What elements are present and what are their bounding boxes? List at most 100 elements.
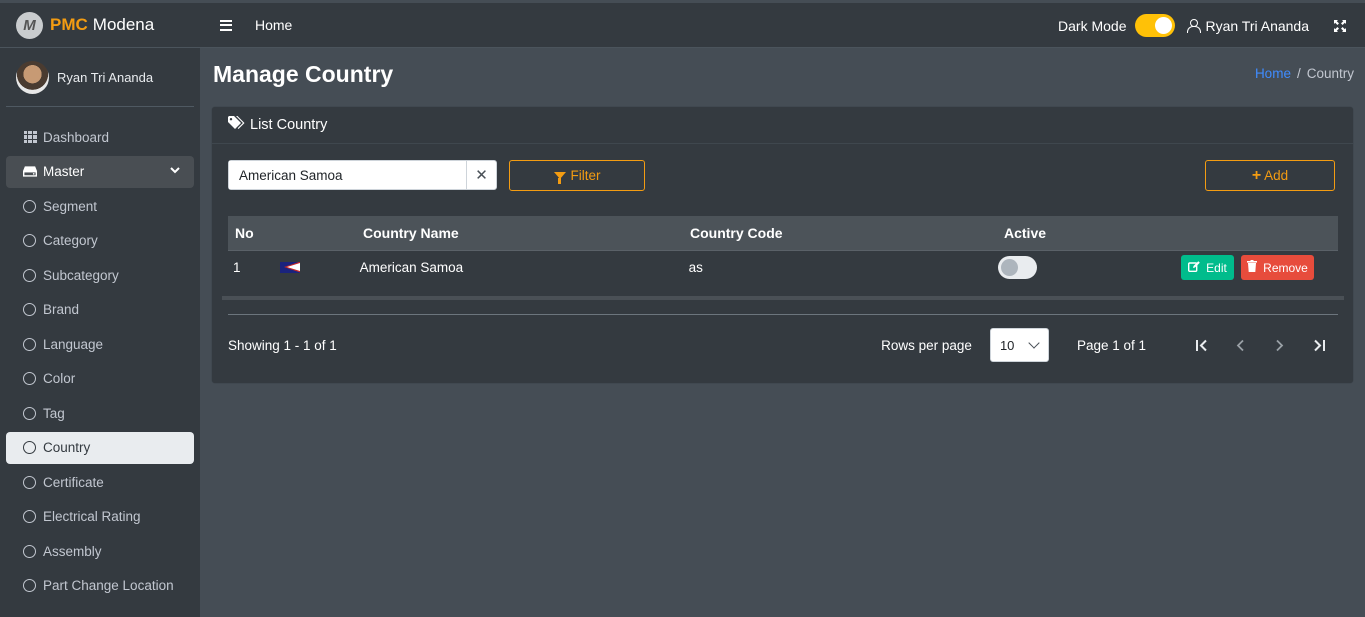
card-title: List Country bbox=[250, 117, 328, 133]
sidebar-item-subcategory[interactable]: Subcategory bbox=[6, 259, 194, 291]
sidebar-item-color[interactable]: Color bbox=[6, 363, 194, 395]
remove-button[interactable]: Remove bbox=[1241, 255, 1315, 280]
search-input[interactable] bbox=[229, 161, 467, 189]
edit-icon bbox=[1188, 260, 1200, 275]
sidebar-item-country[interactable]: Country bbox=[6, 431, 194, 464]
circle-icon bbox=[23, 303, 36, 316]
edit-button[interactable]: Edit bbox=[1181, 255, 1235, 280]
column-header-country-name[interactable]: Country Name bbox=[360, 225, 690, 241]
filter-button-label: Filter bbox=[570, 168, 601, 183]
fullscreen-icon[interactable] bbox=[1334, 19, 1346, 32]
horizontal-scrollbar[interactable] bbox=[222, 296, 1344, 300]
page-info: Page 1 of 1 bbox=[1076, 337, 1146, 353]
circle-icon bbox=[23, 268, 36, 282]
sidebar-nav: Dashboard Master Segment Category Subcat… bbox=[0, 107, 200, 602]
sidebar-item-label: Part Change Location bbox=[43, 578, 174, 593]
tags-icon bbox=[228, 115, 245, 135]
country-table: No Country Name Country Code Active 1 Am… bbox=[228, 216, 1338, 284]
cell-country-code: as bbox=[688, 260, 703, 275]
edit-button-label: Edit bbox=[1206, 260, 1227, 275]
sidebar-item-assembly[interactable]: Assembly bbox=[6, 535, 194, 567]
brand-link[interactable]: M PMC Modena bbox=[0, 3, 200, 48]
sidebar-item-dashboard[interactable]: Dashboard bbox=[6, 121, 194, 153]
last-page-button[interactable] bbox=[1299, 328, 1338, 362]
sidebar-item-part-change-location[interactable]: Part Change Location bbox=[6, 570, 194, 602]
breadcrumb-current: Country bbox=[1306, 66, 1354, 81]
sidebar-item-language[interactable]: Language bbox=[6, 328, 194, 360]
clear-search-icon[interactable]: ✕ bbox=[467, 166, 496, 184]
chevron-down-icon bbox=[170, 166, 180, 177]
topbar-user-menu[interactable]: Ryan Tri Ananda bbox=[1205, 18, 1309, 34]
showing-count: Showing 1 - 1 of 1 bbox=[228, 337, 337, 353]
sidebar-item-label: Certificate bbox=[43, 474, 104, 490]
rows-per-page-value: 10 bbox=[999, 337, 1015, 353]
rows-per-page-select[interactable]: 10 bbox=[989, 328, 1049, 362]
sidebar-item-master[interactable]: Master bbox=[6, 155, 194, 188]
first-page-button[interactable] bbox=[1182, 328, 1221, 362]
sidebar-item-certificate[interactable]: Certificate bbox=[6, 466, 194, 498]
brand-name: PMC Modena bbox=[50, 15, 154, 35]
cell-actions: Edit Remove bbox=[1181, 255, 1338, 280]
circle-icon bbox=[23, 372, 36, 385]
breadcrumb-separator: / bbox=[1296, 66, 1301, 81]
sidebar-item-electrical-rating[interactable]: Electrical Rating bbox=[6, 501, 194, 533]
sidebar-item-segment[interactable]: Segment bbox=[6, 190, 194, 222]
remove-button-label: Remove bbox=[1263, 260, 1308, 275]
plus-icon: + bbox=[1251, 166, 1262, 184]
cell-active bbox=[997, 256, 1181, 279]
topbar-right: Dark Mode Ryan Tri Ananda bbox=[1058, 3, 1365, 48]
circle-icon bbox=[23, 406, 36, 420]
sidebar-item-label: Assembly bbox=[43, 543, 102, 559]
brand-logo: M bbox=[16, 11, 43, 39]
sidebar-item-label: Category bbox=[43, 233, 98, 248]
divider bbox=[228, 314, 1338, 315]
chevron-left-icon bbox=[1236, 339, 1244, 351]
cell-flag bbox=[279, 262, 360, 273]
user-panel[interactable]: Ryan Tri Ananda bbox=[6, 48, 194, 107]
column-header-active[interactable]: Active bbox=[1004, 225, 1184, 241]
chevron-right-icon bbox=[1276, 339, 1284, 351]
table-header-row: No Country Name Country Code Active bbox=[228, 216, 1338, 251]
sidebar-item-label: Electrical Rating bbox=[43, 509, 141, 524]
next-page-button[interactable] bbox=[1260, 328, 1299, 362]
avatar bbox=[16, 60, 49, 94]
dark-mode-toggle[interactable] bbox=[1135, 14, 1176, 37]
sidebar-user-name: Ryan Tri Ananda bbox=[57, 69, 154, 85]
rows-per-page-label: Rows per page bbox=[881, 337, 972, 353]
sidebar-item-label: Color bbox=[43, 371, 76, 386]
sidebar-item-label: Master bbox=[43, 164, 85, 179]
column-header-no[interactable]: No bbox=[228, 225, 280, 241]
circle-icon bbox=[23, 579, 36, 592]
active-switch[interactable] bbox=[997, 256, 1037, 279]
user-icon bbox=[1187, 19, 1202, 33]
dark-mode-label: Dark Mode bbox=[1058, 17, 1127, 34]
grid-icon bbox=[23, 130, 37, 144]
last-page-icon bbox=[1313, 339, 1325, 351]
sidebar-item-brand[interactable]: Brand bbox=[6, 294, 194, 326]
column-header-country-code[interactable]: Country Code bbox=[690, 225, 1004, 241]
top-navbar: Home Dark Mode Ryan Tri Ananda bbox=[200, 3, 1365, 48]
circle-icon bbox=[23, 234, 36, 247]
sidebar-item-label: Segment bbox=[43, 198, 98, 214]
brand-name-bold: PMC bbox=[50, 15, 88, 34]
filter-icon bbox=[553, 172, 566, 184]
trash-icon bbox=[1247, 260, 1258, 275]
switch-knob bbox=[1000, 259, 1018, 276]
breadcrumb: Home / Country bbox=[1255, 66, 1354, 81]
sidebar: M PMC Modena Ryan Tri Ananda Dashboard Ma… bbox=[0, 3, 200, 617]
table-row: 1 American Samoa as Edit Remove bbox=[228, 251, 1338, 284]
sidebar-item-label: Dashboard bbox=[43, 129, 110, 145]
toggle-knob bbox=[1155, 17, 1173, 34]
sidebar-item-label: Subcategory bbox=[43, 267, 119, 283]
filter-button[interactable]: Filter bbox=[509, 160, 645, 191]
breadcrumb-home-link[interactable]: Home bbox=[1255, 66, 1291, 81]
add-button[interactable]: + Add bbox=[1205, 160, 1335, 191]
first-page-icon bbox=[1195, 339, 1207, 351]
pagination-bar: Showing 1 - 1 of 1 Rows per page 10 Page… bbox=[228, 328, 1338, 362]
sidebar-item-tag[interactable]: Tag bbox=[6, 397, 194, 429]
topbar-home-link[interactable]: Home bbox=[255, 17, 292, 33]
prev-page-button[interactable] bbox=[1221, 328, 1260, 362]
chevron-down-icon bbox=[1028, 337, 1040, 349]
menu-toggle-icon[interactable] bbox=[220, 19, 232, 31]
sidebar-item-category[interactable]: Category bbox=[6, 225, 194, 257]
